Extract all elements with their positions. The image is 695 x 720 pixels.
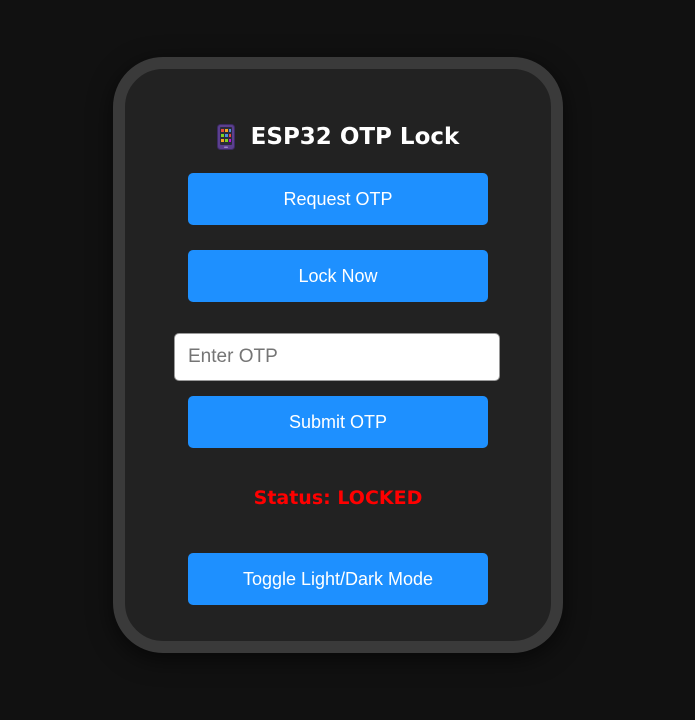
lock-card: ESP32 OTP Lock Request OTP Lock Now Subm…: [113, 57, 563, 653]
title-text: ESP32 OTP Lock: [250, 124, 460, 150]
status-text: Status: LOCKED: [253, 487, 423, 509]
request-otp-button[interactable]: Request OTP: [188, 173, 488, 225]
submit-otp-button[interactable]: Submit OTP: [188, 396, 488, 448]
otp-input[interactable]: [174, 333, 500, 381]
toggle-theme-button[interactable]: Toggle Light/Dark Mode: [188, 553, 488, 605]
page-title: ESP32 OTP Lock: [125, 119, 551, 155]
mobile-phone-icon: [216, 124, 235, 150]
lock-now-button[interactable]: Lock Now: [188, 250, 488, 302]
